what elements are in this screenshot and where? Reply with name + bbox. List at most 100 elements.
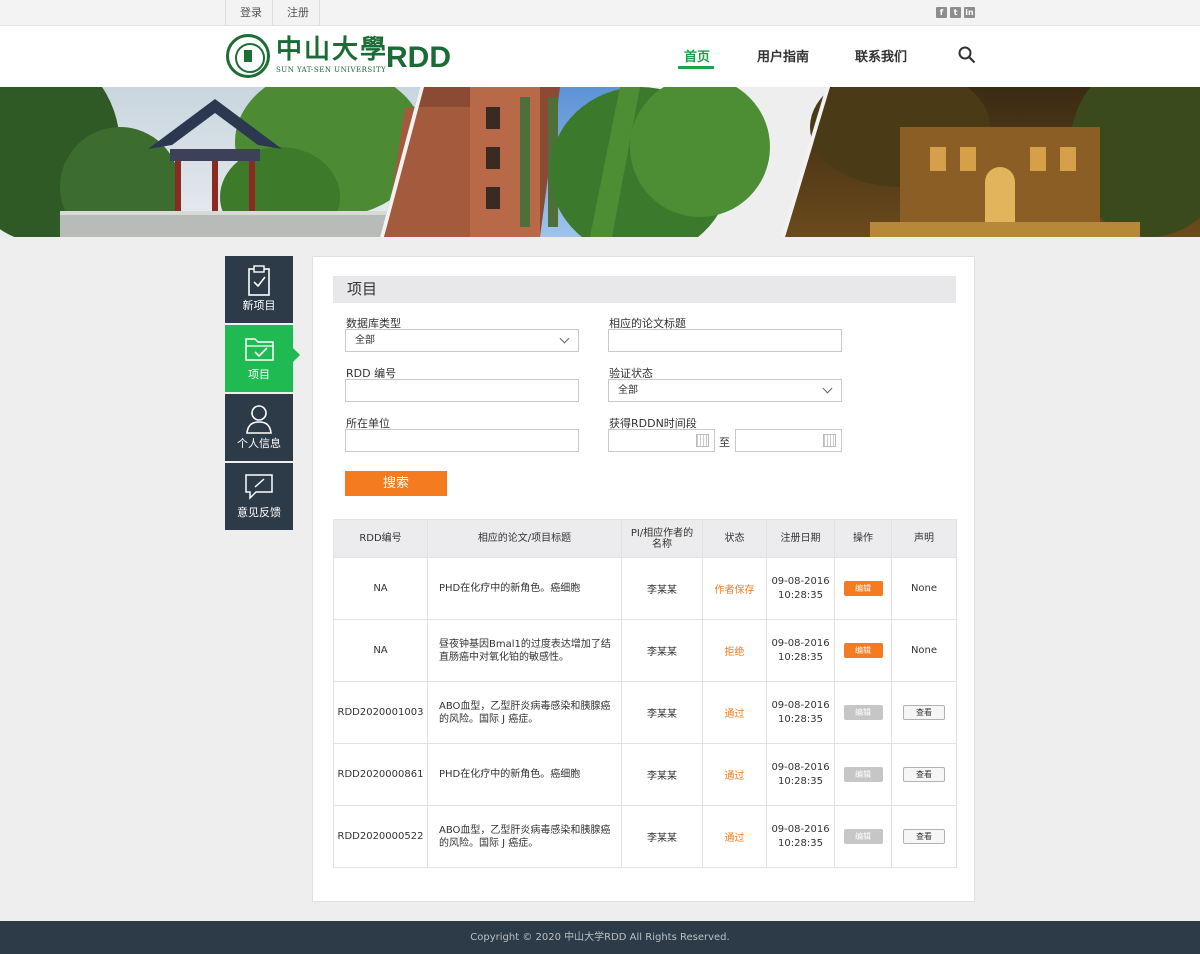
sidebar-item-new-project[interactable]: 新项目 [225,256,293,323]
feedback-edit-icon [245,474,273,500]
logo-rdd[interactable]: RDD [386,40,451,76]
table-row: NA PHD在化疗中的新角色。癌细胞 李某某 作者保存 09-08-2016 10… [333,557,957,620]
view-button[interactable]: 查看 [903,767,945,782]
date-value: 09-08-2016 [771,576,830,587]
time-value: 10:28:35 [778,713,823,725]
cell-date: 09-08-2016 10:28:35 [766,805,835,868]
time-value: 10:28:35 [778,775,823,787]
table-header-row: RDD编号 相应的论文/项目标题 PI/相应作者的名称 状态 注册日期 操作 声… [333,519,957,558]
cell-status: 作者保存 [702,557,767,620]
paper-title-input[interactable] [608,329,842,352]
col-header-title[interactable]: 相应的论文/项目标题 [427,519,622,558]
cell-rdd-id: RDD2020000522 [333,805,428,868]
edit-button-disabled: 编辑 [843,705,883,720]
table-row: NA 昼夜钟基因Bmal1的过度表达增加了结直肠癌中对氧化铂的敏感性。 李某某 … [333,619,957,682]
panel-title: 项目 [333,276,956,303]
cell-status: 通过 [702,805,767,868]
nav-contact[interactable]: 联系我们 [855,46,907,65]
chevron-down-icon [822,383,833,394]
db-type-select[interactable]: 全部 [345,329,579,352]
col-header-date[interactable]: 注册日期 [766,519,835,558]
rdd-id-input[interactable] [345,379,579,402]
facebook-icon[interactable]: f [936,7,947,18]
sidebar-item-label: 个人信息 [237,437,281,450]
view-button[interactable]: 查看 [903,829,945,844]
cell-rdd-id: RDD2020001003 [333,681,428,744]
date-value: 09-08-2016 [771,824,830,835]
nav-home[interactable]: 首页 [684,46,710,65]
col-header-pi[interactable]: PI/相应作者的名称 [621,519,703,558]
register-link[interactable]: 注册 [272,0,320,25]
active-indicator-arrow [293,348,300,362]
calendar-icon[interactable] [823,434,836,447]
copyright-text: Copyright © 2020 中山大学RDD All Rights Rese… [470,932,730,943]
sidebar-item-profile[interactable]: 个人信息 [225,394,293,461]
cell-date: 09-08-2016 10:28:35 [766,681,835,744]
period-start-input[interactable] [608,429,715,452]
edit-button[interactable]: 编辑 [843,643,883,658]
cell-action: 编辑 [834,681,892,744]
campus-banner-image [0,87,1200,237]
cell-pi: 李某某 [621,619,703,682]
verify-status-select[interactable]: 全部 [608,379,842,402]
cell-rdd-id: NA [333,557,428,620]
view-button[interactable]: 查看 [903,705,945,720]
search-icon[interactable] [958,46,976,64]
nav-user-guide[interactable]: 用户指南 [757,46,809,65]
col-header-rdd-id[interactable]: RDD编号 [333,519,428,558]
cell-title[interactable]: ABO血型，乙型肝炎病毒感染和胰腺癌的风险。国际 J 癌症。 [427,681,622,744]
edit-button-disabled: 编辑 [843,767,883,782]
cell-declaration: None [891,619,957,682]
time-value: 10:28:35 [778,651,823,663]
edit-button[interactable]: 编辑 [843,581,883,596]
top-utility-bar: 登录 注册 f t in [0,0,1200,26]
cell-pi: 李某某 [621,805,703,868]
table-row: RDD2020000861 PHD在化疗中的新角色。癌细胞 李某某 通过 09-… [333,743,957,806]
logo-english-name: SUN YAT-SEN UNIVERSITY [276,66,387,74]
twitter-icon[interactable]: t [950,7,961,18]
col-header-action: 操作 [834,519,892,558]
time-value: 10:28:35 [778,837,823,849]
site-footer: Copyright © 2020 中山大学RDD All Rights Rese… [0,921,1200,954]
folder-check-icon [245,338,274,361]
cell-pi: 李某某 [621,557,703,620]
cell-title[interactable]: 昼夜钟基因Bmal1的过度表达增加了结直肠癌中对氧化铂的敏感性。 [427,619,622,682]
table-row: RDD2020001003 ABO血型，乙型肝炎病毒感染和胰腺癌的风险。国际 J… [333,681,957,744]
sidebar-item-feedback[interactable]: 意见反馈 [225,463,293,530]
cell-pi: 李某某 [621,681,703,744]
table-row: RDD2020000522 ABO血型，乙型肝炎病毒感染和胰腺癌的风险。国际 J… [333,805,957,868]
date-value: 09-08-2016 [771,700,830,711]
period-separator: 至 [719,436,730,449]
projects-panel: 项目 数据库类型 全部 相应的论文标题 RDD 编号 验证状态 全部 所在单位 … [312,256,975,902]
cell-status: 通过 [702,743,767,806]
sidebar-item-label: 新项目 [242,299,276,312]
linkedin-icon[interactable]: in [964,7,975,18]
login-link[interactable]: 登录 [225,0,272,25]
search-button[interactable]: 搜索 [345,471,447,496]
cell-declaration: 查看 [891,743,957,806]
cell-action: 编辑 [834,557,892,620]
cell-pi: 李某某 [621,743,703,806]
university-seal-logo[interactable] [226,34,270,78]
user-icon [246,405,272,434]
db-type-value: 全部 [355,335,375,346]
period-end-input[interactable] [735,429,842,452]
cell-title[interactable]: ABO血型，乙型肝炎病毒感染和胰腺癌的风险。国际 J 癌症。 [427,805,622,868]
logo-chinese-name[interactable]: 中山大學 [276,34,388,66]
col-header-status[interactable]: 状态 [702,519,767,558]
calendar-icon[interactable] [696,434,709,447]
cell-declaration: 查看 [891,805,957,868]
clipboard-check-icon [248,265,270,296]
sidebar-item-label: 项目 [248,368,270,381]
cell-title[interactable]: PHD在化疗中的新角色。癌细胞 [427,557,622,620]
unit-input[interactable] [345,429,579,452]
cell-rdd-id: RDD2020000861 [333,743,428,806]
cell-title[interactable]: PHD在化疗中的新角色。癌细胞 [427,743,622,806]
nav-active-underline [678,66,714,69]
sidebar-item-projects[interactable]: 项目 [225,325,293,392]
auth-links: 登录 注册 [225,0,320,25]
col-header-declaration: 声明 [891,519,957,558]
date-value: 09-08-2016 [771,638,830,649]
cell-status: 拒绝 [702,619,767,682]
projects-table: RDD编号 相应的论文/项目标题 PI/相应作者的名称 状态 注册日期 操作 声… [333,519,957,868]
